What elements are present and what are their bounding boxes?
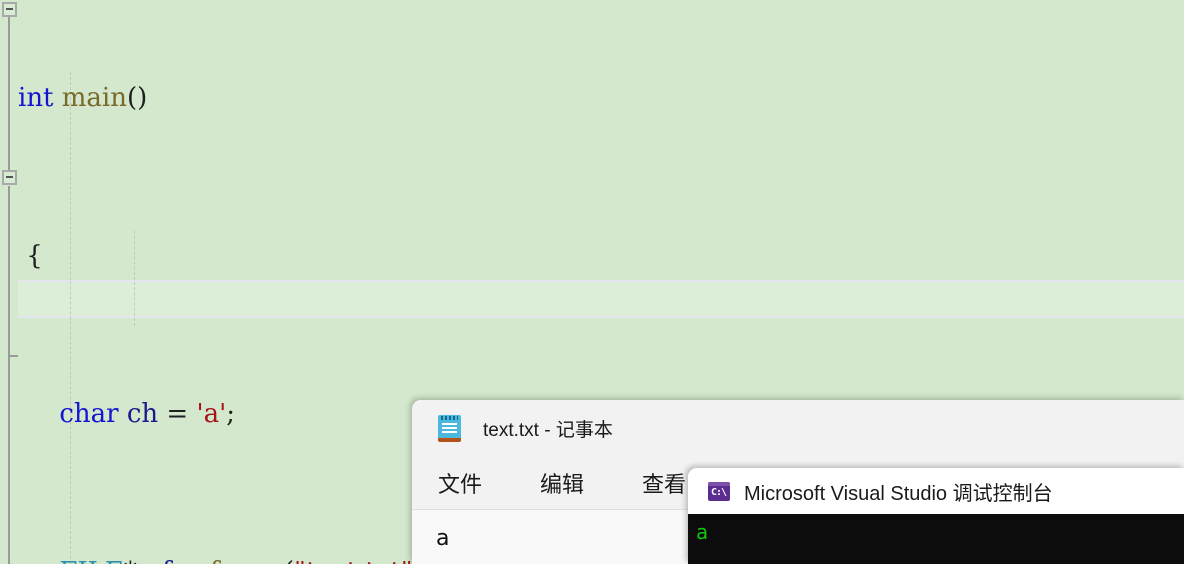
console-output: a bbox=[696, 520, 709, 544]
menu-item-file[interactable]: 文件 bbox=[434, 465, 486, 501]
outlining-gutter[interactable] bbox=[0, 0, 18, 564]
token-operator: = bbox=[180, 557, 202, 564]
console-title: Microsoft Visual Studio 调试控制台 bbox=[744, 482, 1053, 505]
token-operator: = bbox=[166, 399, 189, 429]
notepad-icon-lines bbox=[442, 422, 457, 435]
token-keyword: char bbox=[59, 399, 119, 429]
notepad-icon-base bbox=[438, 437, 461, 442]
token-punct: () bbox=[127, 83, 148, 113]
token-keyword: int bbox=[18, 83, 54, 113]
fold-line bbox=[8, 186, 10, 356]
token-function: main bbox=[61, 83, 127, 113]
token-identifier: pf bbox=[145, 557, 171, 564]
screen: int main() { char ch = 'a'; FILE* pf = f… bbox=[0, 0, 1184, 564]
console-icon-bar bbox=[708, 481, 730, 486]
notepad-title: text.txt - 记事本 bbox=[483, 419, 613, 441]
fold-toggle-main[interactable] bbox=[2, 2, 17, 17]
notepad-content: a bbox=[436, 526, 450, 551]
token-punct: ( bbox=[284, 557, 294, 564]
token-function: fopen bbox=[210, 557, 284, 564]
token-semicolon: ; bbox=[226, 399, 236, 429]
code-line-2: { bbox=[0, 237, 1184, 277]
code-line-1: int main() bbox=[0, 79, 1184, 119]
token-star: * bbox=[124, 557, 137, 564]
notepad-icon-rings bbox=[441, 415, 458, 420]
notepad-titlebar[interactable]: text.txt - 记事本 bbox=[412, 400, 1184, 456]
menu-item-edit[interactable]: 编辑 bbox=[536, 465, 588, 501]
console-icon: C:\ bbox=[708, 481, 730, 501]
console-window[interactable]: C:\ Microsoft Visual Studio 调试控制台 a bbox=[688, 468, 1184, 564]
console-titlebar[interactable]: C:\ Microsoft Visual Studio 调试控制台 bbox=[688, 468, 1184, 514]
fold-line bbox=[8, 16, 10, 178]
token-type: FILE bbox=[59, 557, 124, 564]
notepad-icon bbox=[438, 414, 461, 442]
token-char-literal: 'a' bbox=[196, 399, 227, 429]
token-identifier: ch bbox=[126, 399, 159, 429]
console-output-area[interactable]: a bbox=[688, 514, 1184, 564]
token-string: "text.txt" bbox=[294, 557, 413, 564]
menu-item-view[interactable]: 查看 bbox=[638, 465, 690, 501]
fold-toggle-if[interactable] bbox=[2, 170, 17, 185]
fold-line bbox=[8, 356, 10, 564]
console-icon-prompt: C:\ bbox=[711, 486, 727, 498]
token-brace: { bbox=[26, 241, 43, 271]
